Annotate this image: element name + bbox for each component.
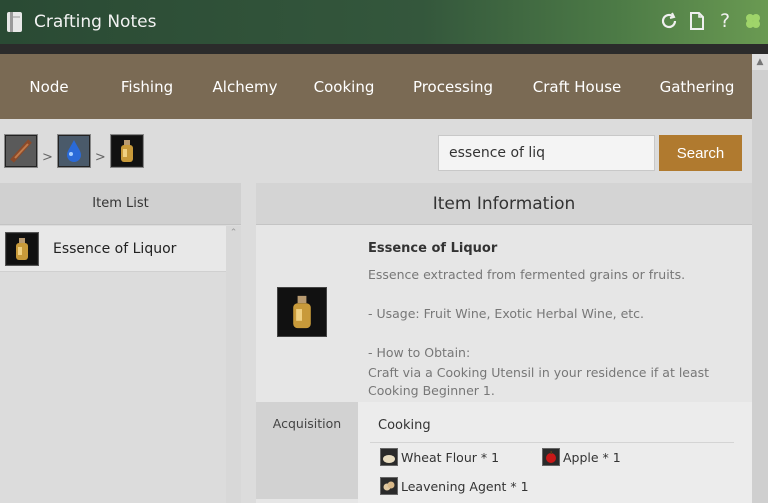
liquor-bottle-icon <box>277 287 327 337</box>
acquisition-area: Cooking Wheat Flour * 1 Apple * 1 Leaven… <box>358 402 752 503</box>
material-name: Wheat Flour * 1 <box>401 449 500 465</box>
search-button[interactable]: Search <box>659 135 742 171</box>
tab-gathering[interactable]: Gathering <box>642 78 752 96</box>
apple-icon <box>542 448 560 466</box>
material-item[interactable]: Leavening Agent * 1 <box>380 477 529 495</box>
title-actions: ? <box>658 10 764 32</box>
item-obtain-detail: Craft via a Cooking Utensil in your resi… <box>368 365 710 398</box>
list-item-name: Essence of Liquor <box>53 240 177 257</box>
wheat-flour-icon <box>380 448 398 466</box>
breadcrumb-separator: > <box>42 149 53 165</box>
item-list-panel: Item List Essence of Liquor ⌃ <box>0 183 241 503</box>
help-icon[interactable]: ? <box>714 10 736 32</box>
tab-processing[interactable]: Processing <box>394 78 512 96</box>
tab-craft-house[interactable]: Craft House <box>512 78 642 96</box>
tab-cooking[interactable]: Cooking <box>294 78 394 96</box>
material-name: Leavening Agent * 1 <box>401 478 529 494</box>
item-usage: - Usage: Fruit Wine, Exotic Herbal Wine,… <box>368 306 645 321</box>
tab-fishing[interactable]: Fishing <box>98 78 196 96</box>
leavening-agent-icon <box>380 477 398 495</box>
item-list-header: Item List <box>0 183 241 225</box>
acquisition-method: Cooking <box>378 418 431 433</box>
liquor-bottle-icon[interactable] <box>109 134 144 168</box>
window-scrollbar[interactable]: ▲ <box>752 54 768 503</box>
category-nav: Node Fishing Alchemy Cooking Processing … <box>0 54 752 119</box>
item-list-scrollbar[interactable]: ⌃ <box>226 226 241 503</box>
tab-alchemy[interactable]: Alchemy <box>196 78 294 96</box>
material-name: Apple * 1 <box>563 449 621 465</box>
title-bar: Crafting Notes ? <box>0 0 768 44</box>
list-item[interactable]: Essence of Liquor <box>0 226 226 272</box>
item-info-panel: Item Information Essence of Liquor Essen… <box>256 183 752 503</box>
refresh-icon[interactable] <box>658 10 680 32</box>
divider <box>370 442 734 443</box>
breadcrumb: > > <box>4 134 144 168</box>
liquor-bottle-icon <box>5 231 39 266</box>
stick-item-icon[interactable] <box>4 134 38 168</box>
document-icon[interactable] <box>686 10 708 32</box>
search-input[interactable] <box>438 135 655 171</box>
clover-icon[interactable] <box>742 10 764 32</box>
tab-node[interactable]: Node <box>0 78 98 96</box>
title-divider <box>0 44 768 54</box>
item-description: Essence extracted from fermented grains … <box>368 267 686 282</box>
window-title: Crafting Notes <box>34 12 157 32</box>
breadcrumb-separator: > <box>94 149 106 165</box>
material-item[interactable]: Wheat Flour * 1 <box>380 448 499 466</box>
item-obtain-label: - How to Obtain: <box>368 345 471 360</box>
item-name: Essence of Liquor <box>368 241 498 256</box>
blue-essence-icon[interactable] <box>56 134 91 168</box>
book-icon <box>4 10 26 34</box>
item-info-header: Item Information <box>256 183 752 225</box>
scroll-up-icon[interactable]: ▲ <box>752 54 768 70</box>
chevron-up-icon[interactable]: ⌃ <box>226 228 241 238</box>
material-item[interactable]: Apple * 1 <box>542 448 621 466</box>
acquisition-label: Acquisition <box>256 402 358 499</box>
